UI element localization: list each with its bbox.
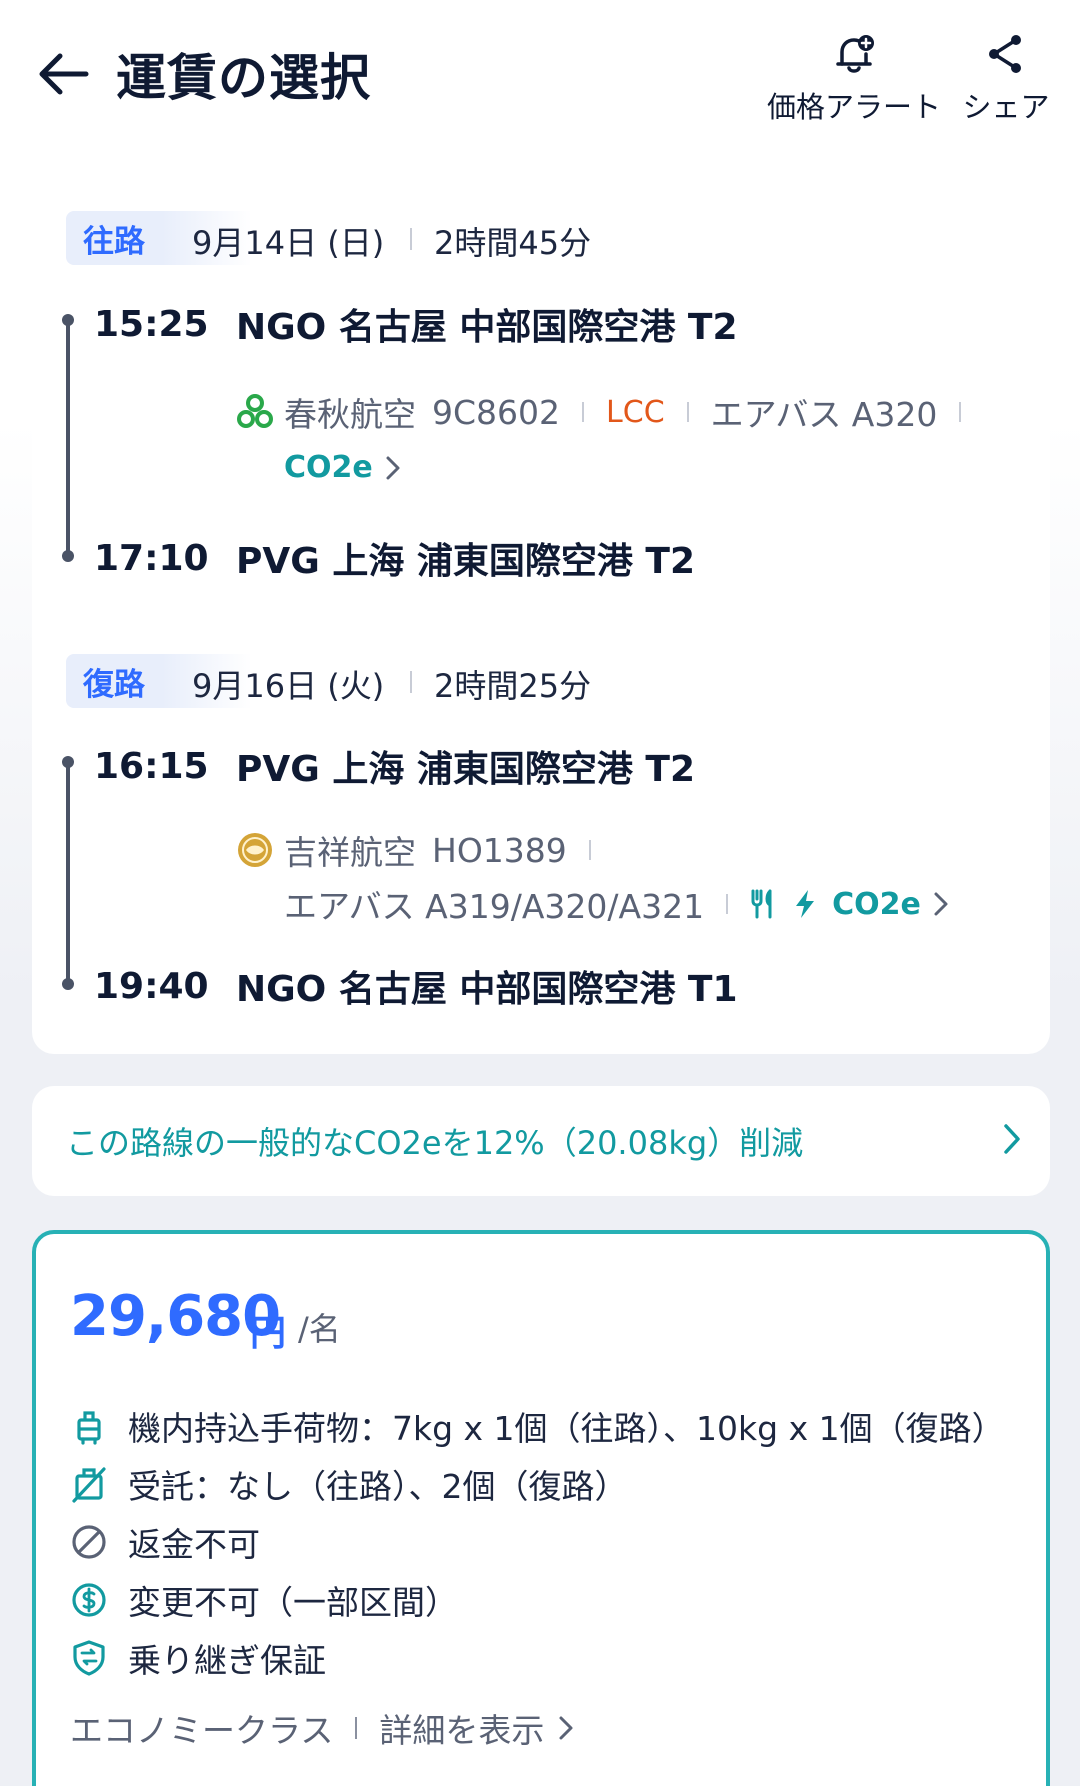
power-outlet-icon: [796, 890, 815, 918]
inbound-aircraft: エアバス A319/A320/A321: [284, 887, 705, 926]
back-button[interactable]: [34, 44, 94, 104]
divider: [355, 1717, 358, 1739]
price-alert-button[interactable]: 価格アラート: [766, 30, 942, 125]
inbound-airline-name: 吉祥航空: [284, 833, 416, 872]
perk-text: 変更不可（一部区間）: [128, 1583, 458, 1622]
outbound-airline-name: 春秋航空: [284, 395, 416, 434]
divider: [410, 671, 412, 693]
inbound-co2-link[interactable]: CO2e: [832, 887, 949, 922]
perk-text: 乗り継ぎ保証: [128, 1641, 326, 1680]
spring-airlines-logo-icon: [237, 394, 273, 428]
perk-refund: 返金不可: [70, 1518, 260, 1566]
inbound-date: 9月16日 (火): [192, 667, 385, 705]
divider: [686, 402, 689, 422]
inbound-depart-time: 16:15: [94, 746, 209, 787]
outbound-duration: 2時間45分: [434, 224, 592, 262]
share-button[interactable]: シェア: [958, 30, 1054, 125]
chevron-right-icon: [386, 456, 400, 479]
inbound-duration: 2時間25分: [434, 667, 592, 705]
juneyao-airlines-logo-icon: [238, 833, 272, 867]
perk-checked-bag: 受託：なし（往路）、2個（復路）: [70, 1460, 628, 1508]
share-icon: [989, 35, 1021, 73]
inbound-depart-airport: PVG 上海 浦東国際空港 T2: [236, 749, 696, 790]
inbound-arrive-time: 19:40: [94, 966, 209, 1007]
chevron-right-icon: [934, 892, 948, 916]
inbound-aircraft-row: エアバス A319/A320/A321 CO2e: [284, 880, 949, 928]
outbound-date: 9月14日 (日): [192, 224, 385, 262]
outbound-timeline: [66, 320, 70, 556]
outbound-tag: 往路: [66, 211, 162, 265]
outbound-arrive-time: 17:10: [94, 538, 209, 579]
share-label: シェア: [962, 90, 1050, 124]
outbound-depart-time: 15:25: [94, 304, 209, 345]
chevron-right-icon: [1004, 1124, 1020, 1154]
inbound-arrive-airport: NGO 名古屋 中部国際空港 T1: [236, 969, 738, 1010]
timeline-dot: [62, 978, 74, 990]
fare-option-card[interactable]: 29,680 円 /名 機内持込手荷物：7kg x 1個（往路）、10kg x …: [32, 1230, 1050, 1786]
divider: [959, 402, 962, 422]
perk-text: 返金不可: [128, 1525, 260, 1564]
header: 運賃の選択 価格アラート シェア: [0, 0, 1080, 140]
divider: [410, 228, 412, 250]
price-alert-label: 価格アラート: [766, 90, 941, 124]
dollar-icon: [72, 1583, 106, 1617]
meal-icon: [751, 889, 772, 919]
co2-link-label: CO2e: [832, 886, 921, 922]
carry-on-bag-icon: [77, 1411, 101, 1445]
lcc-badge: LCC: [606, 394, 665, 430]
checked-bag-icon: [72, 1467, 106, 1503]
chevron-right-icon: [559, 1716, 573, 1740]
fare-per-person: /名: [298, 1310, 341, 1348]
page-title: 運賃の選択: [116, 49, 371, 107]
outbound-flight-number: 9C8602: [432, 392, 561, 432]
cabin-class: エコノミークラス: [70, 1711, 334, 1750]
outbound-arrive-airport: PVG 上海 浦東国際空港 T2: [236, 541, 696, 582]
timeline-dot: [62, 550, 74, 562]
outbound-co2-link[interactable]: CO2e: [284, 450, 401, 485]
co2-link-label: CO2e: [284, 450, 373, 485]
timeline-dot: [62, 756, 74, 768]
outbound-airline-row: 春秋航空 9C8602 LCC エアバス A320: [236, 388, 983, 436]
fare-currency: 円: [250, 1313, 287, 1354]
itinerary-card: 往路 9月14日 (日) 2時間45分 15:25 NGO 名古屋 中部国際空港…: [32, 186, 1050, 1054]
outbound-co2-row: CO2e: [284, 450, 401, 485]
divider: [726, 894, 729, 914]
inbound-timeline: [66, 762, 70, 984]
co2-savings-banner[interactable]: この路線の一般的なCO2eを12%（20.08kg）削減: [32, 1086, 1050, 1196]
details-link-label: 詳細を表示: [379, 1711, 545, 1750]
timeline-dot: [62, 314, 74, 326]
arrow-left-icon: [39, 53, 89, 95]
perk-carry-on: 機内持込手荷物：7kg x 1個（往路）、10kg x 1個（復路）: [70, 1402, 1005, 1450]
divider: [588, 840, 591, 860]
perk-text: 受託：なし（往路）、2個（復路）: [128, 1467, 628, 1506]
perk-text: 機内持込手荷物：7kg x 1個（往路）、10kg x 1個（復路）: [128, 1409, 1005, 1448]
inbound-airline-row: 吉祥航空 HO1389: [236, 826, 613, 874]
no-refund-icon: [72, 1525, 106, 1559]
perk-connection-guarantee: 乗り継ぎ保証: [70, 1634, 326, 1682]
inbound-flight-number: HO1389: [432, 830, 567, 870]
perk-change: 変更不可（一部区間）: [70, 1576, 458, 1624]
bell-plus-icon: [836, 35, 874, 73]
fare-price: 29,680: [70, 1284, 281, 1349]
outbound-aircraft: エアバス A320: [710, 395, 938, 434]
inbound-tag: 復路: [66, 654, 162, 708]
co2-savings-text: この路線の一般的なCO2eを12%（20.08kg）削減: [66, 1124, 804, 1162]
shield-icon: [73, 1640, 105, 1676]
details-link[interactable]: 詳細を表示: [379, 1704, 574, 1752]
divider: [582, 402, 585, 422]
fare-footer: エコノミークラス 詳細を表示: [70, 1704, 574, 1752]
outbound-depart-airport: NGO 名古屋 中部国際空港 T2: [236, 307, 738, 348]
